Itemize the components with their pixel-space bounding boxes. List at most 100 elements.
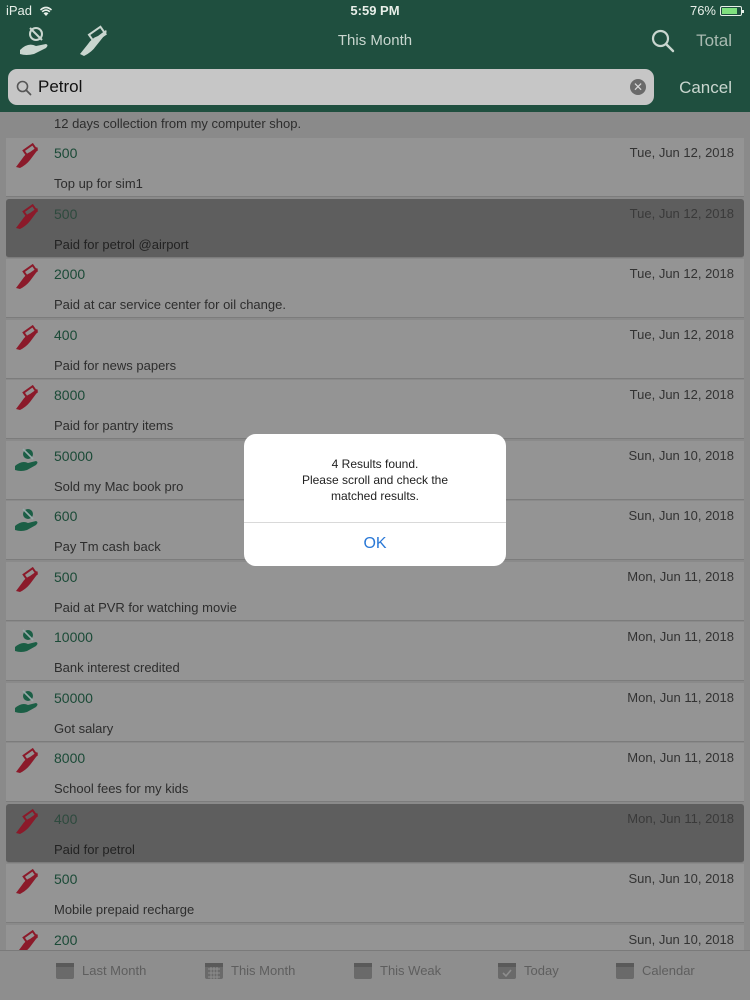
status-time: 5:59 PM [350, 3, 400, 18]
search-input[interactable]: Petrol ✕ [8, 69, 654, 105]
expense-icon [16, 869, 39, 894]
status-bar: iPad 5:59 PM 76% [0, 0, 750, 22]
transaction-description: Paid for petrol @airport [54, 236, 189, 252]
search-icon[interactable] [650, 28, 676, 54]
transaction-description: Got salary [54, 720, 114, 736]
battery-icon [720, 5, 744, 16]
transaction-date: Sun, Jun 10, 2018 [628, 871, 734, 886]
transaction-amount: 400 [54, 326, 78, 343]
expense-icon [18, 929, 39, 950]
transaction-amount: 8000 [54, 387, 86, 403]
expense-icon [16, 143, 39, 168]
transaction-description: Pay Tm cash back [54, 539, 161, 554]
search-bar: Petrol ✕ Cancel [0, 62, 750, 112]
calendar-icon [56, 963, 74, 979]
transaction-date: Sun, Jun 10, 2018 [628, 447, 734, 463]
expense-icon [16, 203, 39, 229]
tab-label: Today [524, 962, 559, 978]
transaction-row[interactable]: 400 Tue, Jun 12, 2018 Paid for news papers [6, 319, 744, 379]
tab-label: This Month [231, 962, 296, 978]
transaction-date: Tue, Jun 12, 2018 [629, 266, 734, 281]
transaction-amount: 500 [54, 871, 78, 887]
transaction-amount: 500 [54, 145, 78, 161]
transaction-row[interactable]: 8000 Mon, Jun 11, 2018 School fees for my … [6, 743, 744, 802]
transaction-description: Paid for news papers [54, 357, 177, 373]
transaction-description: Paid at car service center for oil chang… [54, 297, 286, 312]
results-alert: 4 Results found. Please scroll and check… [244, 434, 506, 566]
tab-calendar[interactable]: Calendar [614, 959, 695, 981]
cancel-button[interactable]: Cancel [679, 78, 732, 98]
tab-label: Last Month [82, 962, 147, 978]
transaction-amount: 2000 [54, 266, 86, 282]
alert-message: 4 Results found. Please scroll and check… [254, 456, 496, 504]
transaction-amount: 400 [54, 810, 78, 827]
transaction-date: Sun, Jun 10, 2018 [628, 508, 734, 523]
transaction-amount: 500 [54, 568, 78, 585]
tab-this-weak[interactable]: This Weak [352, 959, 441, 981]
income-icon [15, 447, 38, 471]
transaction-amount: 50000 [54, 689, 93, 706]
transaction-row[interactable]: 2000 Tue, Jun 12, 2018 Paid at car service… [6, 259, 744, 318]
alert-line-2: Please scroll and check the [301, 473, 449, 487]
transaction-date: Mon, Jun 11, 2018 [627, 629, 734, 644]
expense-icon [16, 385, 39, 410]
transaction-description: School fees for my kids [54, 781, 189, 796]
search-value[interactable]: Petrol [38, 77, 82, 97]
transaction-description: Bank interest credited [54, 660, 180, 675]
expense-icon [16, 566, 39, 592]
tab-label: Calendar [642, 962, 695, 978]
expense-icon [16, 264, 39, 289]
transaction-date: Mon, Jun 11, 2018 [627, 810, 734, 826]
transaction-date: Tue, Jun 12, 2018 [629, 145, 734, 160]
transaction-description: Paid for petrol [54, 841, 135, 857]
expense-icon [16, 748, 39, 773]
transaction-row[interactable]: 400 Mon, Jun 11, 2018 Paid for petrol [6, 803, 744, 863]
transaction-row[interactable]: 500 Tue, Jun 12, 2018 Top up for sim1 [6, 138, 744, 197]
transaction-amount: 50000 [54, 447, 93, 464]
transaction-row[interactable]: 500 Sun, Jun 10, 2018 Mobile prepaid recha… [6, 864, 744, 923]
calendar-grid-icon [205, 963, 223, 979]
transaction-amount: 600 [54, 508, 78, 524]
transaction-row[interactable]: 10000 Mon, Jun 11, 2018 Bank interest cred… [6, 622, 744, 681]
alert-line-1: 4 Results found. [331, 457, 419, 471]
transaction-date: Mon, Jun 11, 2018 [627, 568, 734, 584]
transaction-date: Tue, Jun 12, 2018 [629, 387, 734, 402]
tab-today[interactable]: Today [496, 959, 559, 981]
expense-icon [16, 808, 39, 834]
transaction-date: Sun, Jun 10, 2018 [628, 931, 734, 947]
calendar-icon [616, 963, 634, 979]
transaction-row[interactable]: 50000 Mon, Jun 11, 2018 Got salary [6, 682, 744, 742]
tab-bar: Last Month This Month This Weak Today Calend… [0, 950, 750, 1000]
search-glass-icon [16, 80, 32, 96]
tab-label: This Weak [380, 962, 442, 978]
transaction-description: Paid at PVR for watching movie [54, 599, 237, 615]
transaction-description: Mobile prepaid recharge [54, 902, 195, 917]
list-item-description: 12 days collection from my computer shop… [54, 116, 302, 131]
transaction-date: Tue, Jun 12, 2018 [629, 326, 734, 342]
tab-last-month[interactable]: Last Month [54, 959, 146, 981]
transaction-row[interactable]: 500 Tue, Jun 12, 2018 Paid for petrol @air… [6, 198, 744, 258]
transaction-date: Mon, Jun 11, 2018 [627, 750, 734, 765]
transaction-description: Top up for sim1 [54, 176, 143, 191]
transaction-amount: 8000 [54, 750, 86, 766]
status-right: 76% [689, 3, 744, 18]
nav-bar: This Month Total [0, 22, 750, 62]
tab-this-month[interactable]: This Month [203, 959, 295, 981]
transaction-row[interactable]: 200 Sun, Jun 10, 2018 [6, 924, 744, 950]
transaction-amount: 10000 [54, 629, 93, 645]
transaction-row[interactable]: 500 Mon, Jun 11, 2018 Paid at PVR for watc… [6, 561, 744, 621]
income-icon [15, 689, 38, 713]
calendar-week-icon [354, 963, 372, 979]
transaction-date: Tue, Jun 12, 2018 [629, 205, 734, 221]
ok-button[interactable]: OK [244, 535, 506, 553]
total-button[interactable]: Total [696, 31, 732, 51]
battery-percent: 76% [689, 3, 716, 18]
alert-line-3: matched results. [330, 489, 420, 503]
clear-search-icon[interactable]: ✕ [630, 79, 646, 95]
transaction-row[interactable]: 8000 Tue, Jun 12, 2018 Paid for pantry ite… [6, 380, 744, 439]
nav-title: This Month [337, 32, 413, 49]
transaction-description: Sold my Mac book pro [54, 478, 184, 494]
transaction-amount: 500 [54, 205, 78, 222]
alert-divider [244, 522, 506, 523]
transaction-date: Mon, Jun 11, 2018 [627, 689, 734, 705]
